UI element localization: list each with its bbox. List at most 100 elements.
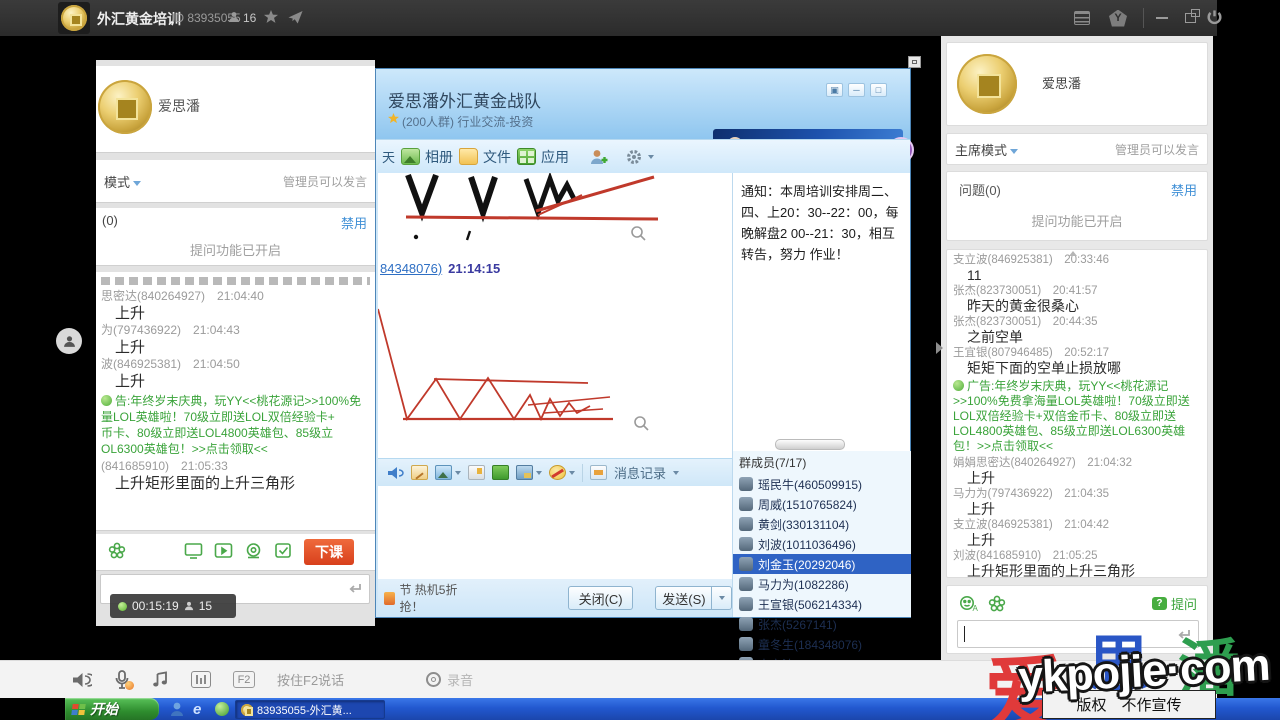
qq-group-subtitle: (200人群) 行业交流-投资 [402, 113, 533, 130]
minimize-button[interactable] [1152, 9, 1172, 27]
public-chat-list: 支立波(846925381) 20:33:4611 张杰(823730051) 2… [946, 249, 1208, 578]
quicklaunch-user-icon[interactable] [169, 701, 185, 717]
settings-button[interactable] [625, 148, 654, 166]
shared-mode-label[interactable]: 模式 [104, 172, 141, 191]
chat-ad-message[interactable]: 广告:年终岁末庆典，玩YY<<桃花源记>>100%免费拿海量LOL英雄啦！70级… [953, 379, 1201, 454]
add-member-button[interactable] [589, 148, 609, 166]
ask-question-button[interactable]: ?提问 [1152, 594, 1197, 613]
flower-icon[interactable] [108, 542, 126, 560]
message-text: 之前空单 [953, 329, 1201, 346]
sidebar-collapse-icon[interactable] [936, 342, 943, 354]
qq-group-title: 爱思潘外汇黄金战队 [388, 87, 541, 112]
share-plane-icon[interactable] [288, 11, 303, 24]
quicklaunch-ie-icon[interactable]: e [193, 701, 209, 717]
message-history-button[interactable]: 消息记录 [614, 463, 666, 482]
member-avatar-icon [739, 577, 753, 591]
close-button[interactable]: 关闭(C) [568, 586, 634, 610]
member-list-title: 群成员(7/17) [739, 454, 911, 471]
member-row[interactable]: 刘金玉(20292046) [733, 554, 911, 574]
share-screen-button[interactable] [516, 465, 542, 480]
record-button[interactable]: 录音 [426, 670, 473, 689]
shared-disable-link[interactable]: 禁用 [341, 213, 367, 232]
file-button[interactable]: 文件 [459, 147, 511, 167]
member-row[interactable]: 童冬生(184348076) [739, 634, 911, 654]
send-button[interactable]: 发送(S) [655, 586, 712, 610]
panel-splitter-handle[interactable] [775, 439, 845, 450]
font-style-icon[interactable] [411, 465, 428, 480]
flower-icon[interactable] [988, 595, 1006, 613]
ad-gift-icon [953, 380, 964, 391]
qq-panel-button[interactable]: ▣ [826, 83, 843, 97]
question-title: 问题(0) [959, 180, 1001, 199]
qq-toolbar: 天 相册 文件 应用 [376, 139, 910, 173]
apps-button[interactable]: 应用 [517, 147, 569, 167]
panel-toggle-icon[interactable] [1072, 9, 1092, 27]
member-row[interactable]: 周威(1510765824) [739, 494, 911, 514]
microphone-button[interactable] [114, 670, 130, 689]
message-text: 上升 [101, 338, 370, 357]
message-author: 娟娟思密达(840264927) 21:04:32 [953, 456, 1201, 470]
speaker-icon[interactable] [72, 671, 92, 689]
enter-icon [347, 581, 363, 596]
push-to-talk-hint: 按住F2说话 [277, 670, 344, 689]
quicklaunch-browser-icon[interactable] [215, 702, 229, 716]
send-image-button[interactable] [435, 465, 461, 480]
qq-minimize-button[interactable]: ─ [848, 83, 865, 97]
member-row[interactable]: 刘波(1011036496) [739, 534, 911, 554]
restore-button[interactable] [1180, 9, 1200, 27]
emoji-block-button[interactable] [549, 465, 575, 480]
member-name: 周威(1510765824) [758, 496, 857, 513]
qq-message-input[interactable] [378, 486, 732, 579]
qq-bottom-bar: 节 热机5折抢！ 关闭(C) 发送(S) [378, 579, 732, 617]
audio-horn-icon[interactable] [386, 465, 404, 481]
music-icon[interactable] [152, 671, 169, 689]
sender-id-link[interactable]: 84348076) [380, 261, 442, 276]
member-row[interactable]: 张杰(5267141) [739, 614, 911, 634]
message-bubble-icon[interactable] [590, 465, 607, 480]
mode-selector[interactable]: 主席模式 [955, 140, 1018, 159]
video-play-icon[interactable] [214, 542, 233, 560]
end-class-button[interactable]: 下课 [304, 539, 354, 565]
member-list: 群成员(7/17) 瑶民牛(460509915) 周威(1510765824) 黄剑… [733, 451, 911, 617]
screenshot-icon[interactable] [468, 465, 485, 480]
clipped-tab-label: 天 [382, 147, 395, 166]
disable-link[interactable]: 禁用 [1171, 180, 1197, 199]
member-row[interactable]: 马力为(1082286) [739, 574, 911, 594]
member-row[interactable]: 王宣银(506214334) [739, 594, 911, 614]
chat-ad-message[interactable]: 告:年终岁末庆典，玩YY<<桃花源记>>100%免量LOL英雄啦！70级立即送L… [101, 393, 370, 457]
task-check-icon[interactable] [274, 542, 293, 560]
yy-home-icon[interactable]: Y [1108, 9, 1128, 27]
file-transfer-icon[interactable] [492, 465, 509, 480]
text-caret [964, 626, 965, 642]
member-name: 黄剑(330131104) [758, 516, 849, 533]
chart-pattern-image-2[interactable] [378, 301, 668, 431]
favorite-star-icon[interactable] [264, 10, 278, 24]
chat-message: 张杰(823730051) 20:44:35之前空单 [953, 315, 1201, 346]
zoom-in-icon[interactable] [630, 225, 647, 242]
member-row[interactable]: 瑶民牛(460509915) [739, 474, 911, 494]
taskbar-item-active[interactable]: 83935055-外汇黄... [235, 700, 385, 719]
zoom-in-icon[interactable] [633, 415, 650, 432]
member-name: 瑶民牛(460509915) [758, 476, 862, 493]
member-list-toggle[interactable] [56, 328, 82, 354]
member-row[interactable]: 黄剑(330131104) [739, 514, 911, 534]
chart-pattern-image-1[interactable] [386, 173, 676, 255]
screen-share-icon[interactable] [184, 542, 203, 560]
emoticon-icon[interactable]: A [959, 595, 978, 612]
scroll-up-icon[interactable] [1069, 251, 1077, 256]
member-name: 刘波(1011036496) [758, 536, 856, 553]
channel-avatar[interactable] [58, 2, 90, 34]
avatar[interactable] [957, 54, 1017, 114]
send-options-button[interactable] [712, 586, 732, 610]
member-name: 张杰(5267141) [758, 616, 837, 633]
power-close-icon[interactable] [1206, 9, 1223, 26]
webcam-icon[interactable] [244, 542, 263, 560]
mixer-icon[interactable] [191, 671, 211, 688]
qq-maximize-button[interactable]: □ [870, 83, 887, 97]
user-name: 爱思潘 [1042, 73, 1081, 92]
start-button[interactable]: 开始 [65, 698, 159, 720]
album-button[interactable]: 相册 [401, 147, 453, 167]
qq-input-toolbar: 消息记录 [378, 458, 732, 486]
chat-message: 支立波(846925381) 20:33:4611 [953, 253, 1201, 284]
promo-link[interactable]: 节 热机5折抢！ [384, 581, 472, 615]
